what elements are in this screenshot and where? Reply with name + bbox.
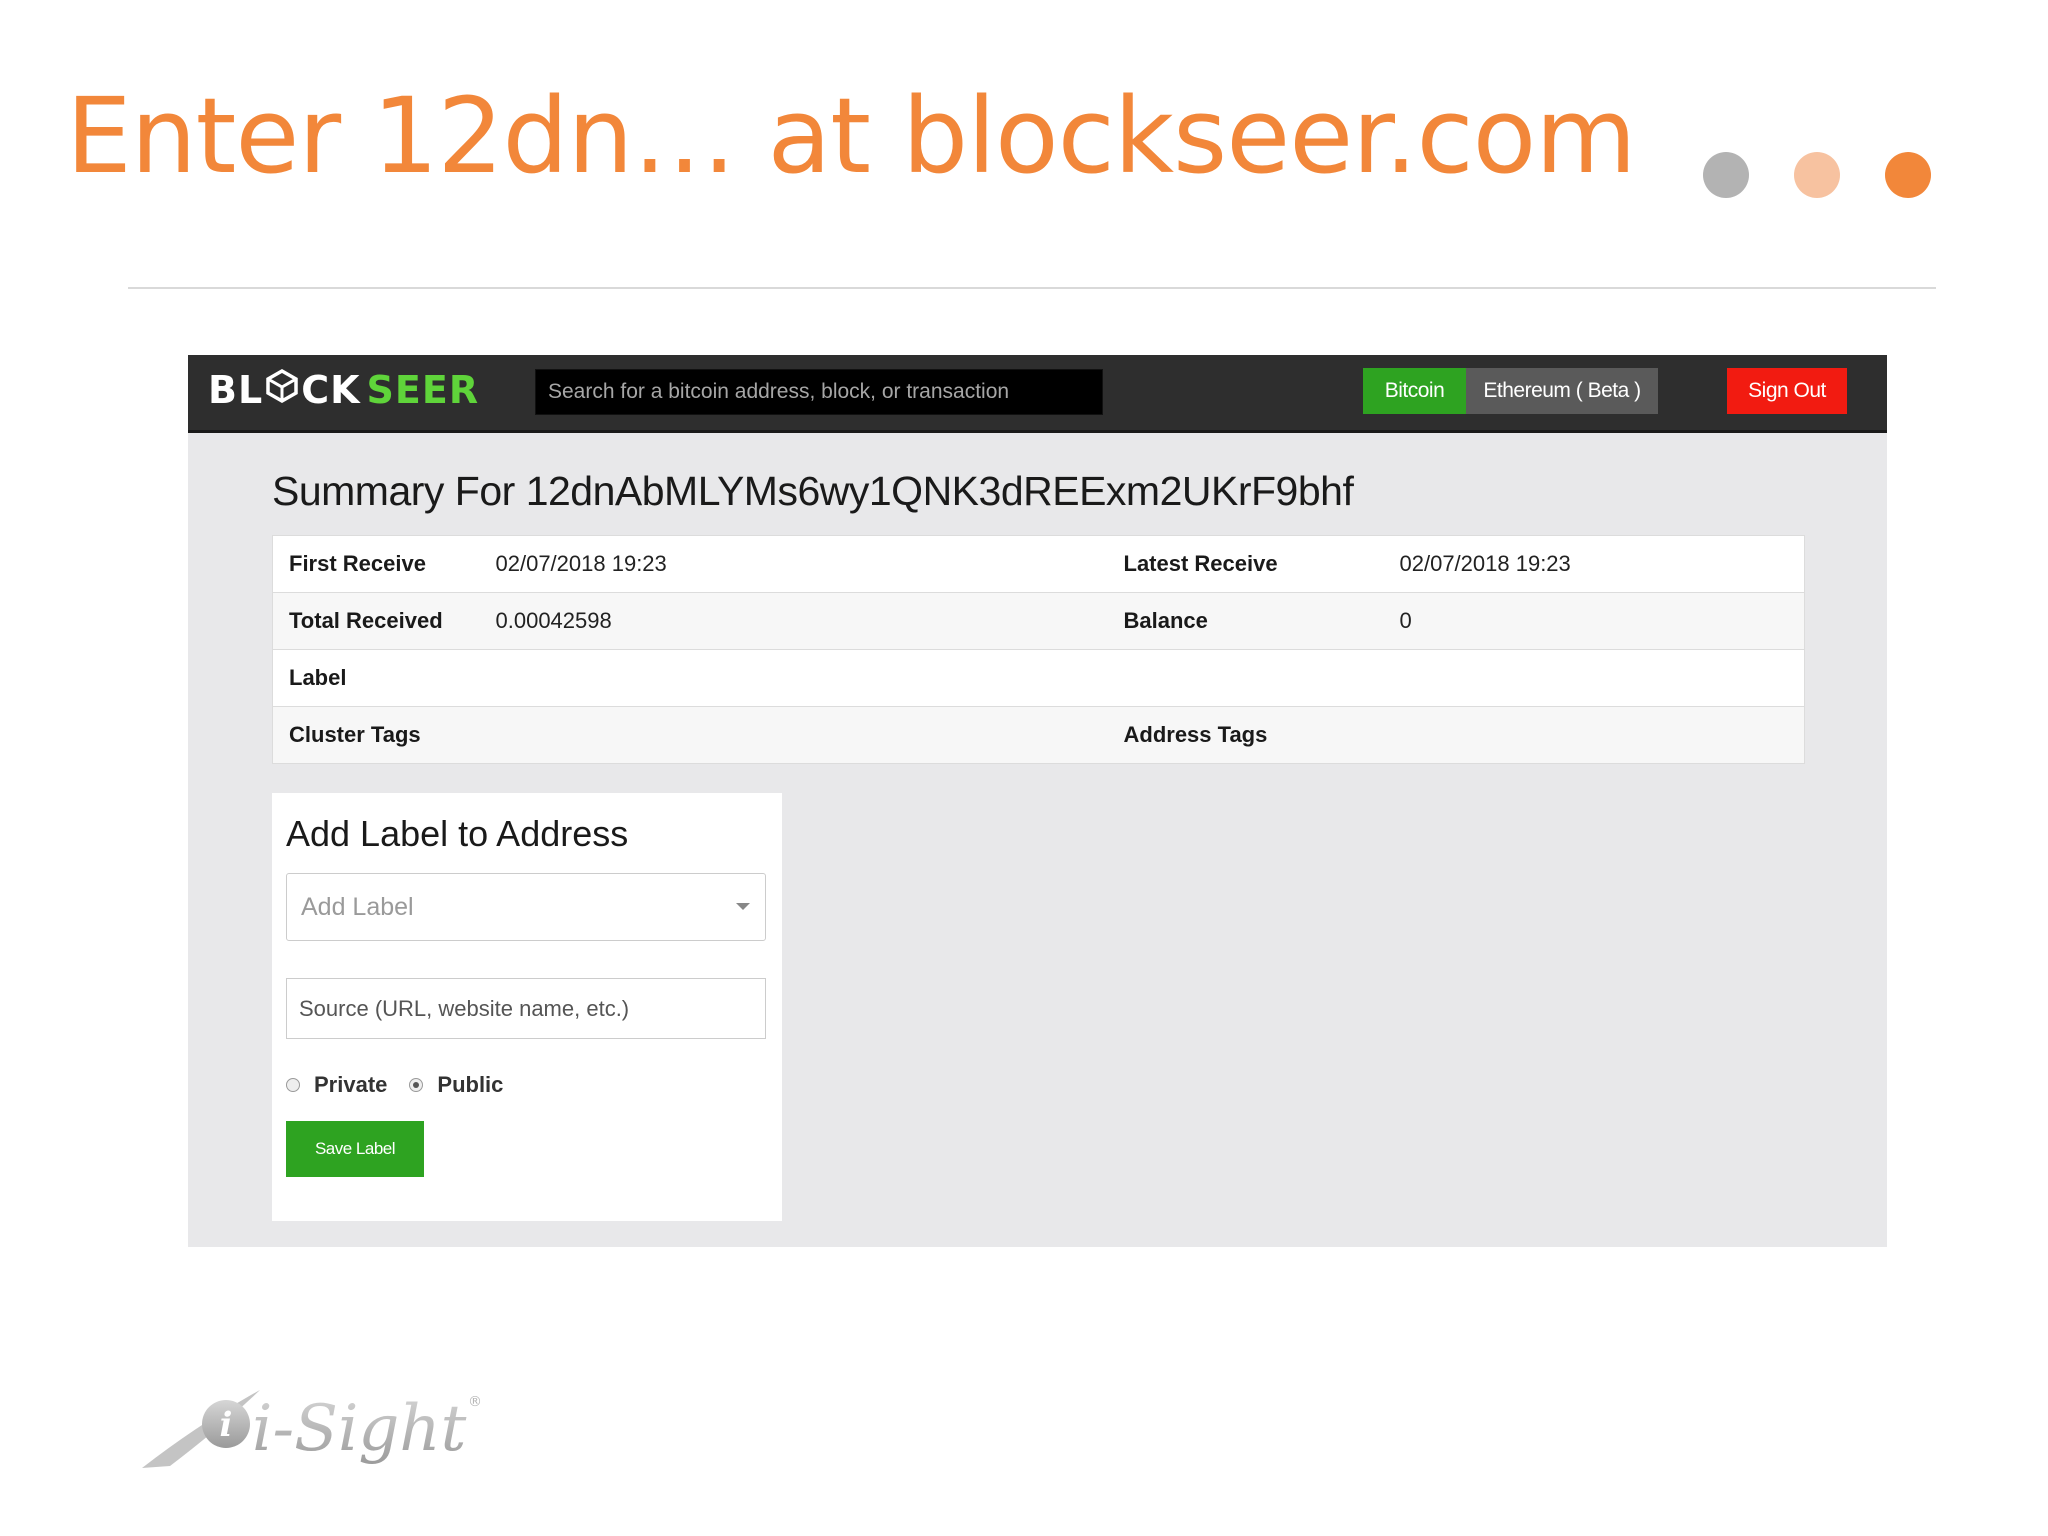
slide-title: Enter 12dn… at blockseer.com — [66, 75, 1637, 197]
balance-value: 0 — [1383, 592, 1805, 650]
visibility-radio-group: Private Public — [286, 1070, 525, 1100]
label-row-value2 — [1383, 649, 1805, 707]
label-row-value — [479, 649, 1108, 707]
public-radio[interactable] — [409, 1078, 424, 1092]
registered-mark: ® — [468, 1394, 482, 1410]
cube-icon — [265, 368, 299, 412]
bitcoin-tab-button[interactable]: Bitcoin — [1363, 368, 1466, 414]
search-input[interactable] — [535, 369, 1103, 415]
logo-text-ck: CK — [301, 368, 361, 412]
blockseer-logo[interactable]: BL CK SEER — [208, 368, 479, 412]
address-tags-value — [1383, 706, 1805, 764]
private-radio[interactable] — [286, 1078, 300, 1092]
decor-dot-peach — [1794, 152, 1840, 198]
logo-text-bl: BL — [208, 368, 264, 412]
cluster-tags-label: Cluster Tags — [272, 706, 480, 764]
chevron-down-icon — [736, 903, 750, 910]
decor-dot-orange — [1885, 152, 1931, 198]
label-row-label2 — [1107, 649, 1384, 707]
public-radio-label: Public — [437, 1072, 504, 1097]
first-receive-label: First Receive — [272, 535, 480, 593]
address-tags-label: Address Tags — [1107, 706, 1384, 764]
latest-receive-value: 02/07/2018 19:23 — [1383, 535, 1805, 593]
title-divider — [128, 287, 1936, 289]
logo-text-seer: SEER — [366, 368, 480, 412]
add-label-title: Add Label to Address — [286, 813, 629, 854]
total-received-label: Total Received — [272, 592, 480, 650]
add-label-panel: Add Label to Address Add Label Private P… — [272, 793, 782, 1221]
table-row: Label — [272, 649, 1805, 707]
source-input[interactable] — [286, 978, 766, 1039]
total-received-value: 0.00042598 — [479, 592, 1108, 650]
blockseer-app-screenshot: BL CK SEER Bitcoin Ethereum ( Beta ) Sig… — [188, 355, 1887, 1247]
label-row-label: Label — [272, 649, 480, 707]
cluster-tags-value — [479, 706, 1108, 764]
table-row: Cluster Tags Address Tags — [272, 706, 1805, 764]
sign-out-button[interactable]: Sign Out — [1727, 368, 1847, 414]
add-label-select[interactable]: Add Label — [286, 873, 766, 941]
table-row: First Receive 02/07/2018 19:23 Latest Re… — [272, 535, 1805, 593]
svg-text:i: i — [220, 1405, 233, 1445]
summary-title: Summary For 12dnAbMLYMs6wy1QNK3dREExm2UK… — [272, 468, 1354, 514]
top-navbar: BL CK SEER Bitcoin Ethereum ( Beta ) Sig… — [188, 355, 1887, 433]
add-label-placeholder: Add Label — [301, 893, 414, 921]
latest-receive-label: Latest Receive — [1107, 535, 1384, 593]
balance-label: Balance — [1107, 592, 1384, 650]
private-radio-option[interactable]: Private — [286, 1072, 387, 1098]
table-row: Total Received 0.00042598 Balance 0 — [272, 592, 1805, 650]
isight-logo: i i-Sight ® — [140, 1368, 490, 1483]
summary-table: First Receive 02/07/2018 19:23 Latest Re… — [272, 535, 1805, 764]
first-receive-value: 02/07/2018 19:23 — [479, 535, 1108, 593]
ethereum-tab-button[interactable]: Ethereum ( Beta ) — [1466, 368, 1658, 414]
public-radio-option[interactable]: Public — [409, 1072, 503, 1098]
save-label-button[interactable]: Save Label — [286, 1121, 424, 1177]
decor-dot-gray — [1703, 152, 1749, 198]
private-radio-label: Private — [314, 1072, 388, 1097]
isight-logo-text: i-Sight — [252, 1392, 467, 1466]
